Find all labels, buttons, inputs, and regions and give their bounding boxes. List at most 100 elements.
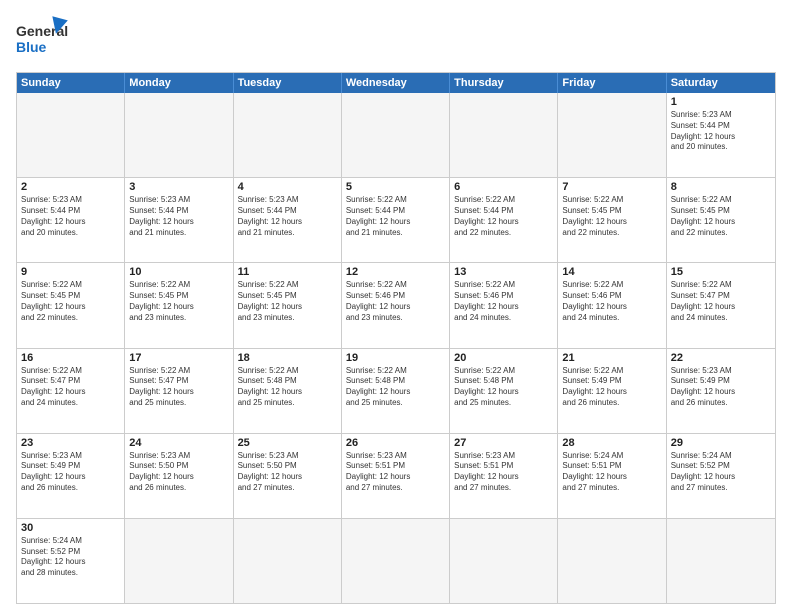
weekday-header-monday: Monday (125, 73, 233, 93)
cell-info: Sunrise: 5:22 AM Sunset: 5:47 PM Dayligh… (21, 366, 120, 409)
weekday-header-tuesday: Tuesday (234, 73, 342, 93)
calendar-cell: 5Sunrise: 5:22 AM Sunset: 5:44 PM Daylig… (342, 178, 450, 262)
cell-info: Sunrise: 5:22 AM Sunset: 5:45 PM Dayligh… (129, 280, 228, 323)
calendar-cell (450, 93, 558, 177)
day-number: 29 (671, 437, 771, 449)
cell-info: Sunrise: 5:22 AM Sunset: 5:46 PM Dayligh… (346, 280, 445, 323)
calendar-cell (342, 519, 450, 603)
svg-text:Blue: Blue (16, 39, 47, 55)
day-number: 17 (129, 352, 228, 364)
calendar-cell: 30 Sunrise: 5:24 AM Sunset: 5:52 PM Dayli… (17, 519, 125, 603)
cell-info: Sunrise: 5:23 AM Sunset: 5:44 PM Dayligh… (129, 195, 228, 238)
day-number: 20 (454, 352, 553, 364)
calendar-cell: 23 Sunrise: 5:23 AM Sunset: 5:49 PM Dayli… (17, 434, 125, 518)
cell-info: Sunrise: 5:24 AM Sunset: 5:51 PM Dayligh… (562, 451, 661, 494)
cell-info: Sunrise: 5:22 AM Sunset: 5:46 PM Dayligh… (454, 280, 553, 323)
weekday-header-friday: Friday (558, 73, 666, 93)
day-number: 30 (21, 522, 120, 534)
cell-info: Sunrise: 5:23 AM Sunset: 5:49 PM Dayligh… (21, 451, 120, 494)
day-number: 12 (346, 266, 445, 278)
day-number: 6 (454, 181, 553, 193)
calendar-cell (667, 519, 775, 603)
calendar-cell: 8 Sunrise: 5:22 AM Sunset: 5:45 PM Daylig… (667, 178, 775, 262)
day-number: 10 (129, 266, 228, 278)
cell-info: Sunrise: 5:22 AM Sunset: 5:45 PM Dayligh… (671, 195, 771, 238)
day-number: 27 (454, 437, 553, 449)
header: General Blue (16, 16, 776, 62)
day-number: 23 (21, 437, 120, 449)
calendar-cell: 11 Sunrise: 5:22 AM Sunset: 5:45 PM Dayli… (234, 263, 342, 347)
calendar-cell: 18Sunrise: 5:22 AM Sunset: 5:48 PM Dayli… (234, 349, 342, 433)
calendar-cell (234, 93, 342, 177)
calendar-cell: 13 Sunrise: 5:22 AM Sunset: 5:46 PM Dayli… (450, 263, 558, 347)
calendar-header: SundayMondayTuesdayWednesdayThursdayFrid… (17, 73, 775, 93)
calendar-cell: 10 Sunrise: 5:22 AM Sunset: 5:45 PM Dayli… (125, 263, 233, 347)
day-number: 4 (238, 181, 337, 193)
calendar-row-3: 16 Sunrise: 5:22 AM Sunset: 5:47 PM Dayli… (17, 348, 775, 433)
day-number: 13 (454, 266, 553, 278)
logo: General Blue (16, 16, 68, 62)
cell-info: Sunrise: 5:23 AM Sunset: 5:51 PM Dayligh… (346, 451, 445, 494)
calendar-cell: 15 Sunrise: 5:22 AM Sunset: 5:47 PM Dayli… (667, 263, 775, 347)
calendar-cell: 7 Sunrise: 5:22 AM Sunset: 5:45 PM Daylig… (558, 178, 666, 262)
calendar-cell: 1 Sunrise: 5:23 AM Sunset: 5:44 PM Daylig… (667, 93, 775, 177)
calendar-row-4: 23 Sunrise: 5:23 AM Sunset: 5:49 PM Dayli… (17, 433, 775, 518)
day-number: 7 (562, 181, 661, 193)
cell-info: Sunrise: 5:22 AM Sunset: 5:49 PM Dayligh… (562, 366, 661, 409)
calendar-row-0: 1 Sunrise: 5:23 AM Sunset: 5:44 PM Daylig… (17, 93, 775, 177)
calendar-row-5: 30 Sunrise: 5:24 AM Sunset: 5:52 PM Dayli… (17, 518, 775, 603)
cell-info: Sunrise: 5:22 AM Sunset: 5:45 PM Dayligh… (21, 280, 120, 323)
cell-info: Sunrise: 5:23 AM Sunset: 5:51 PM Dayligh… (454, 451, 553, 494)
logo-icon: General Blue (16, 16, 68, 62)
cell-info: Sunrise: 5:22 AM Sunset: 5:47 PM Dayligh… (129, 366, 228, 409)
day-number: 16 (21, 352, 120, 364)
calendar-cell (450, 519, 558, 603)
calendar-cell: 29Sunrise: 5:24 AM Sunset: 5:52 PM Dayli… (667, 434, 775, 518)
day-number: 19 (346, 352, 445, 364)
cell-info: Sunrise: 5:23 AM Sunset: 5:44 PM Dayligh… (671, 110, 771, 153)
calendar-cell: 27 Sunrise: 5:23 AM Sunset: 5:51 PM Dayli… (450, 434, 558, 518)
calendar-cell (234, 519, 342, 603)
cell-info: Sunrise: 5:22 AM Sunset: 5:48 PM Dayligh… (346, 366, 445, 409)
page: General Blue SundayMondayTuesdayWednesda… (0, 0, 792, 612)
calendar-cell: 24 Sunrise: 5:23 AM Sunset: 5:50 PM Dayli… (125, 434, 233, 518)
calendar-cell: 2 Sunrise: 5:23 AM Sunset: 5:44 PM Daylig… (17, 178, 125, 262)
weekday-header-thursday: Thursday (450, 73, 558, 93)
calendar-cell (342, 93, 450, 177)
day-number: 11 (238, 266, 337, 278)
day-number: 14 (562, 266, 661, 278)
cell-info: Sunrise: 5:23 AM Sunset: 5:44 PM Dayligh… (238, 195, 337, 238)
day-number: 2 (21, 181, 120, 193)
cell-info: Sunrise: 5:23 AM Sunset: 5:44 PM Dayligh… (21, 195, 120, 238)
calendar-cell (17, 93, 125, 177)
calendar-cell: 21Sunrise: 5:22 AM Sunset: 5:49 PM Dayli… (558, 349, 666, 433)
day-number: 15 (671, 266, 771, 278)
cell-info: Sunrise: 5:22 AM Sunset: 5:44 PM Dayligh… (454, 195, 553, 238)
calendar-cell: 26 Sunrise: 5:23 AM Sunset: 5:51 PM Dayli… (342, 434, 450, 518)
weekday-header-saturday: Saturday (667, 73, 775, 93)
cell-info: Sunrise: 5:23 AM Sunset: 5:49 PM Dayligh… (671, 366, 771, 409)
day-number: 9 (21, 266, 120, 278)
calendar-cell: 17 Sunrise: 5:22 AM Sunset: 5:47 PM Dayli… (125, 349, 233, 433)
calendar-cell: 4 Sunrise: 5:23 AM Sunset: 5:44 PM Daylig… (234, 178, 342, 262)
cell-info: Sunrise: 5:22 AM Sunset: 5:45 PM Dayligh… (238, 280, 337, 323)
calendar-cell: 16 Sunrise: 5:22 AM Sunset: 5:47 PM Dayli… (17, 349, 125, 433)
day-number: 3 (129, 181, 228, 193)
day-number: 26 (346, 437, 445, 449)
cell-info: Sunrise: 5:22 AM Sunset: 5:45 PM Dayligh… (562, 195, 661, 238)
cell-info: Sunrise: 5:24 AM Sunset: 5:52 PM Dayligh… (21, 536, 120, 579)
weekday-header-sunday: Sunday (17, 73, 125, 93)
cell-info: Sunrise: 5:23 AM Sunset: 5:50 PM Dayligh… (129, 451, 228, 494)
weekday-header-wednesday: Wednesday (342, 73, 450, 93)
day-number: 24 (129, 437, 228, 449)
calendar-cell (558, 519, 666, 603)
calendar-cell: 9 Sunrise: 5:22 AM Sunset: 5:45 PM Daylig… (17, 263, 125, 347)
calendar-row-1: 2 Sunrise: 5:23 AM Sunset: 5:44 PM Daylig… (17, 177, 775, 262)
cell-info: Sunrise: 5:22 AM Sunset: 5:47 PM Dayligh… (671, 280, 771, 323)
calendar-body: 1 Sunrise: 5:23 AM Sunset: 5:44 PM Daylig… (17, 93, 775, 603)
day-number: 1 (671, 96, 771, 108)
calendar-cell: 19 Sunrise: 5:22 AM Sunset: 5:48 PM Dayli… (342, 349, 450, 433)
day-number: 8 (671, 181, 771, 193)
day-number: 5 (346, 181, 445, 193)
calendar-cell: 3 Sunrise: 5:23 AM Sunset: 5:44 PM Daylig… (125, 178, 233, 262)
